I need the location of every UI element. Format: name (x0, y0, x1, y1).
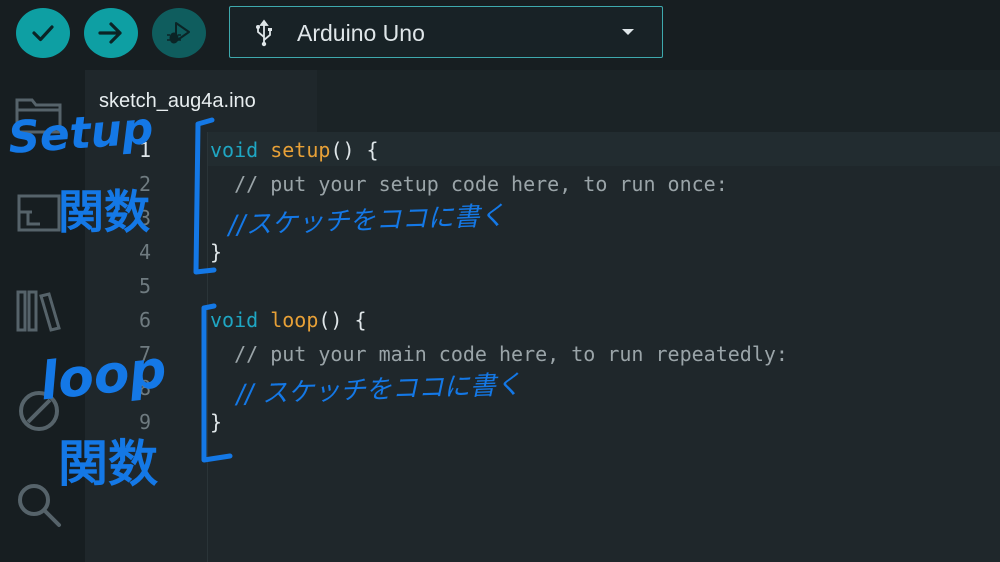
code-text: void setup() { (210, 138, 379, 162)
code-text: } (210, 240, 222, 264)
arrow-right-icon (98, 22, 122, 44)
debug-circle-icon[interactable] (14, 386, 64, 436)
line-number: 9 (138, 410, 152, 434)
code-keyword: void (210, 138, 259, 162)
code-line[interactable]: 8 (85, 370, 1000, 404)
folder-icon[interactable] (14, 94, 64, 136)
boards-manager-icon[interactable] (14, 190, 64, 236)
code-text: // put your main code here, to run repea… (210, 342, 788, 366)
code-line[interactable]: 9} (85, 404, 1000, 438)
line-number: 6 (138, 308, 152, 332)
code-comment: // put your main code here, to run repea… (210, 342, 788, 366)
code-text: } (210, 410, 222, 434)
code-line[interactable]: 4} (85, 234, 1000, 268)
sidebar (0, 70, 85, 562)
line-number: 2 (138, 172, 152, 196)
tab-sketch[interactable]: sketch_aug4a.ino (85, 70, 317, 132)
code-text: // put your setup code here, to run once… (210, 172, 728, 196)
verify-button[interactable] (16, 8, 70, 58)
board-name: Arduino Uno (297, 20, 425, 46)
chevron-down-icon[interactable] (620, 27, 636, 37)
debug-button[interactable] (152, 8, 206, 58)
code-punctuation: () { (330, 138, 379, 162)
library-icon[interactable] (14, 288, 64, 334)
search-icon[interactable] (14, 480, 64, 530)
editor-area: sketch_aug4a.ino 1 void setup() {2 // put… (85, 70, 1000, 562)
code-line[interactable]: 1 void setup() { (85, 132, 1000, 166)
line-number: 4 (138, 240, 152, 264)
line-number: 5 (138, 274, 152, 298)
code-keyword: void (210, 308, 259, 332)
code-punctuation: } (210, 240, 223, 264)
toolbar: Arduino Uno (0, 0, 1000, 70)
code-line[interactable]: 2 // put your setup code here, to run on… (85, 166, 1000, 200)
upload-button[interactable] (84, 8, 138, 58)
code-function: setup (270, 138, 331, 162)
check-icon (32, 25, 54, 42)
code-line[interactable]: 3 (85, 200, 1000, 234)
tab-bar: sketch_aug4a.ino (85, 70, 1000, 132)
line-number: 7 (138, 342, 152, 366)
code-function: loop (270, 308, 319, 332)
line-number: 8 (138, 376, 152, 400)
code-comment: // put your setup code here, to run once… (210, 172, 728, 196)
board-selector[interactable]: Arduino Uno (229, 6, 663, 58)
code-line[interactable]: 6 void loop() { (85, 302, 1000, 336)
line-number: 1 (138, 138, 152, 162)
code-line[interactable]: 5 (85, 268, 1000, 302)
usb-icon (256, 19, 272, 47)
tab-filename: sketch_aug4a.ino (99, 90, 256, 112)
code-line[interactable]: 7 // put your main code here, to run rep… (85, 336, 1000, 370)
code-text: void loop() { (210, 308, 367, 332)
debug-icon (167, 22, 190, 44)
code-punctuation: () { (318, 308, 367, 332)
code-punctuation: } (210, 410, 223, 434)
line-number: 3 (138, 206, 152, 230)
